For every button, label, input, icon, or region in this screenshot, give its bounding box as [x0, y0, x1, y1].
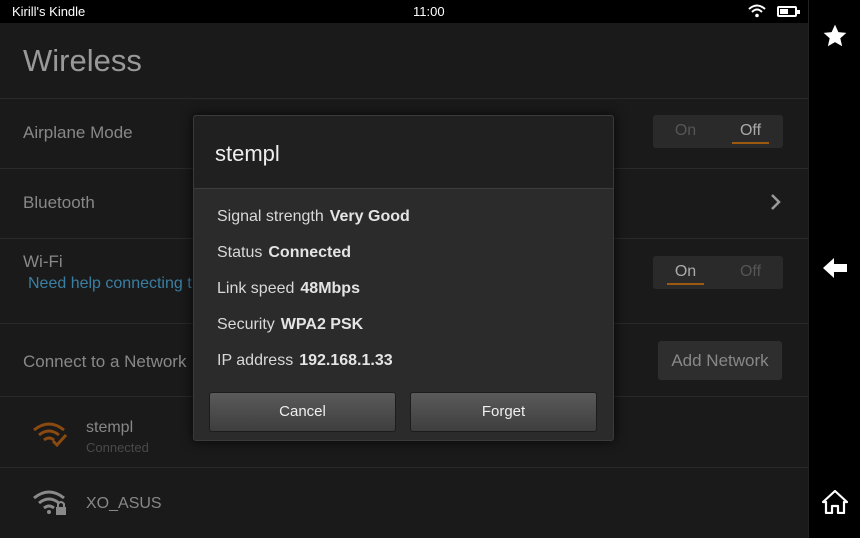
network-status: Connected: [86, 440, 149, 455]
airplane-mode-on-option[interactable]: On: [653, 115, 718, 148]
add-network-button[interactable]: Add Network: [658, 341, 782, 380]
dialog-title: stempl: [215, 141, 280, 166]
network-name: XO_ASUS: [86, 495, 162, 512]
cancel-button[interactable]: Cancel: [209, 392, 396, 432]
battery-icon: [777, 6, 800, 17]
security-row: Security WPA2 PSK: [217, 316, 363, 334]
info-label: Signal strength: [217, 208, 324, 225]
page-title: Wireless: [23, 43, 142, 78]
home-icon[interactable]: [821, 488, 849, 516]
airplane-mode-off-option[interactable]: Off: [718, 115, 783, 148]
divider: [0, 98, 808, 99]
info-value: 192.168.1.33: [299, 352, 393, 369]
info-value: Connected: [268, 244, 352, 261]
info-label: IP address: [217, 352, 294, 369]
clock: 11:00: [413, 4, 445, 19]
navigation-bar: [808, 0, 860, 538]
divider: [0, 467, 808, 468]
wifi-label: Wi-Fi: [23, 252, 63, 271]
signal-strength-row: Signal strength Very Good: [217, 208, 410, 226]
wifi-on-option[interactable]: On: [653, 256, 718, 289]
wifi-status-icon: [748, 4, 766, 23]
network-list-item[interactable]: XO_ASUS: [0, 469, 808, 535]
info-value: Very Good: [329, 208, 410, 225]
back-arrow-icon[interactable]: [821, 254, 849, 282]
ip-address-row: IP address 192.168.1.33: [217, 352, 393, 370]
dialog-header: stempl: [194, 116, 613, 189]
star-icon[interactable]: [821, 22, 849, 50]
wifi-off-option[interactable]: Off: [718, 256, 783, 289]
forget-button[interactable]: Forget: [410, 392, 597, 432]
wifi-locked-icon: [32, 490, 70, 521]
connect-network-label: Connect to a Network: [23, 352, 187, 371]
status-bar: Kirill's Kindle 11:00: [0, 0, 808, 23]
bluetooth-label[interactable]: Bluetooth: [23, 193, 95, 213]
network-name: stempl: [86, 419, 134, 436]
airplane-mode-toggle[interactable]: On Off: [653, 115, 783, 148]
wifi-signal-icon: [32, 422, 68, 453]
network-details-dialog: stempl Signal strength Very Good Status Co…: [193, 115, 614, 441]
chevron-right-icon[interactable]: [770, 193, 782, 216]
info-value: WPA2 PSK: [280, 316, 364, 333]
link-speed-row: Link speed 48Mbps: [217, 280, 360, 298]
info-label: Security: [217, 316, 275, 333]
wifi-help-link[interactable]: Need help connecting t: [28, 275, 192, 293]
info-label: Link speed: [217, 280, 295, 297]
info-label: Status: [217, 244, 263, 261]
status-row: Status Connected: [217, 244, 351, 262]
device-name: Kirill's Kindle: [12, 4, 86, 19]
airplane-mode-label: Airplane Mode: [23, 123, 133, 142]
info-value: 48Mbps: [300, 280, 360, 297]
wifi-toggle[interactable]: On Off: [653, 256, 783, 289]
